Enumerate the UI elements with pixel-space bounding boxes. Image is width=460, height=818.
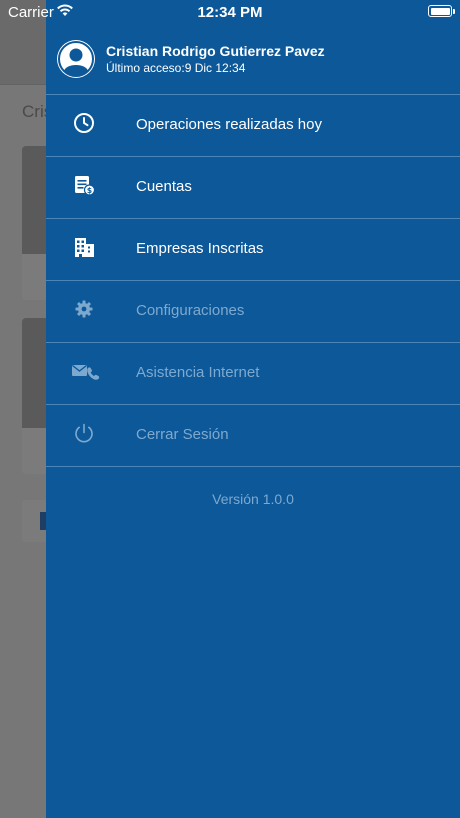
version-label: Versión 1.0.0 bbox=[212, 491, 294, 507]
menu-item-cuentas[interactable]: $ Cuentas bbox=[46, 156, 460, 219]
menu-item-label: Empresas Inscritas bbox=[136, 240, 264, 257]
menu-item-cerrar-sesion[interactable]: Cerrar Sesión bbox=[46, 404, 460, 467]
menu-item-label: Cuentas bbox=[136, 178, 192, 195]
power-icon bbox=[75, 423, 93, 443]
battery-icon bbox=[428, 5, 455, 17]
gear-icon bbox=[75, 300, 93, 318]
building-icon bbox=[75, 238, 94, 257]
document-money-icon: $ bbox=[75, 176, 96, 196]
clock-time: 12:34 PM bbox=[197, 4, 263, 21]
clock-icon bbox=[74, 113, 94, 133]
avatar-icon bbox=[57, 40, 95, 78]
menu-item-configuraciones[interactable]: Configuraciones bbox=[46, 280, 460, 343]
phone-mail-icon bbox=[72, 364, 100, 380]
svg-text:$: $ bbox=[87, 186, 92, 195]
user-name: Cristian Rodrigo Gutierrez Pavez bbox=[106, 43, 325, 59]
menu-item-asistencia[interactable]: Asistencia Internet bbox=[46, 342, 460, 405]
menu-item-operaciones[interactable]: Operaciones realizadas hoy bbox=[46, 94, 460, 157]
menu-item-label: Asistencia Internet bbox=[136, 364, 260, 381]
profile-header[interactable]: Cristian Rodrigo Gutierrez Pavez Último … bbox=[46, 24, 460, 95]
menu-item-label: Configuraciones bbox=[136, 302, 245, 319]
menu-item-empresas[interactable]: Empresas Inscritas bbox=[46, 218, 460, 281]
status-bar: Carrier 12:34 PM bbox=[0, 0, 460, 24]
menu-item-label: Operaciones realizadas hoy bbox=[136, 116, 322, 133]
side-drawer: Cristian Rodrigo Gutierrez Pavez Último … bbox=[46, 0, 460, 818]
last-access: Último acceso:9 Dic 12:34 bbox=[106, 61, 246, 75]
menu-item-label: Cerrar Sesión bbox=[136, 426, 229, 443]
